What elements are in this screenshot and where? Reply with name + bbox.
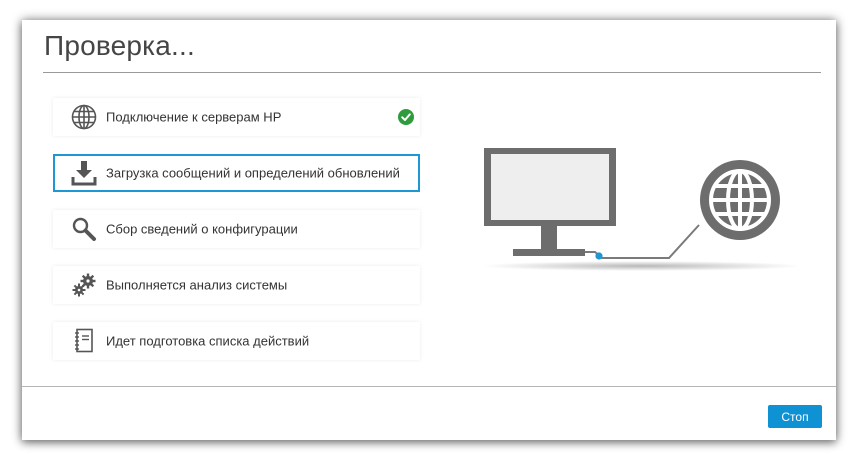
- step-prepare-actions: Идет подготовка списка действий: [53, 322, 420, 360]
- step-label: Идет подготовка списка действий: [106, 333, 310, 349]
- step-connect-hp-servers: Подключение к серверам HP: [53, 98, 420, 136]
- dialog-title: Проверка...: [44, 30, 195, 61]
- step-label: Выполняется анализ системы: [106, 277, 288, 293]
- checkmark-icon: [398, 109, 414, 125]
- step-analyze-system: Выполняется анализ системы: [53, 266, 420, 304]
- network-cable: [585, 224, 700, 259]
- gears-icon: [71, 272, 97, 298]
- globe-icon: [71, 104, 97, 130]
- magnifier-icon: [71, 216, 97, 242]
- step-collect-config: Сбор сведений о конфигурации: [53, 210, 420, 248]
- stop-button[interactable]: Стоп: [768, 405, 822, 428]
- checking-dialog: Проверка... Подключение к серверам HP За…: [22, 20, 836, 440]
- computer-network-illustration: [477, 145, 802, 275]
- step-label: Подключение к серверам HP: [106, 109, 282, 125]
- step-label: Загрузка сообщений и определений обновле…: [106, 165, 400, 181]
- floor-shadow: [482, 261, 802, 271]
- download-icon: [71, 160, 97, 186]
- step-label: Сбор сведений о конфигурации: [106, 221, 298, 237]
- monitor-icon: [484, 148, 616, 256]
- step-download-messages: Загрузка сообщений и определений обновле…: [53, 154, 420, 192]
- title-divider: [43, 72, 821, 73]
- footer-divider: [22, 386, 836, 387]
- connection-dot: [595, 252, 603, 260]
- notebook-icon: [71, 328, 97, 354]
- globe-icon: [700, 160, 780, 240]
